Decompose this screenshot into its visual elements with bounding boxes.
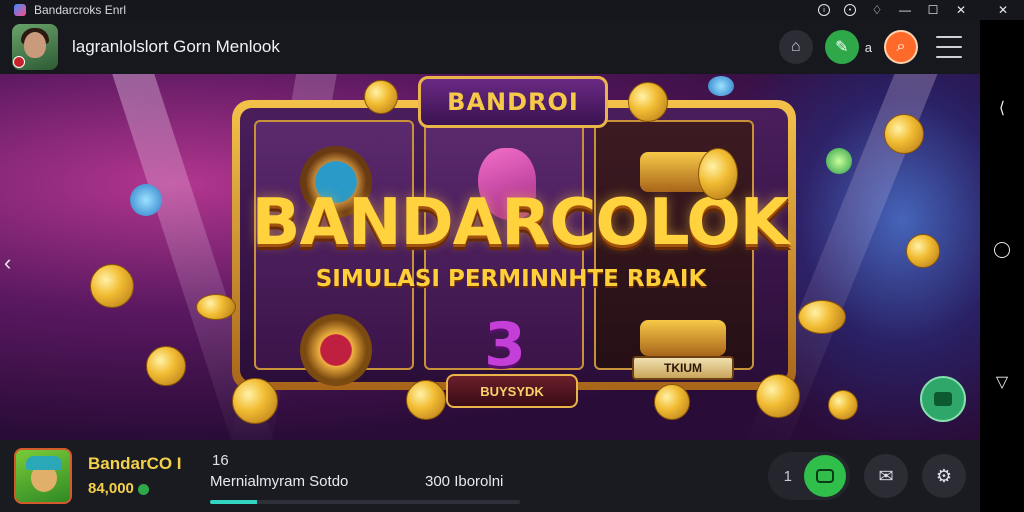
share-icon[interactable]: ⟨ xyxy=(992,98,1012,118)
page-title: lagranlolslort Gorn Menlook xyxy=(72,37,280,56)
avatar-badge xyxy=(13,56,25,68)
comment-pill[interactable]: 1 xyxy=(767,452,850,500)
bottom-actions: 1 ✉ ⚙ xyxy=(767,452,966,500)
notification-icon[interactable]: ♢ xyxy=(870,3,884,17)
menu-icon[interactable] xyxy=(936,36,962,58)
coin xyxy=(906,234,940,268)
coin xyxy=(406,380,446,420)
share-icon[interactable]: ✉ xyxy=(864,454,908,498)
maximize-icon[interactable]: ☐ xyxy=(926,3,940,17)
comment-count: 1 xyxy=(783,467,792,485)
game-name: BandarCO I xyxy=(88,454,182,473)
header-actions: ⌂ ✎ a ⌕ xyxy=(778,27,962,67)
gem xyxy=(826,148,852,174)
banner-headline: BANDARCOLOK xyxy=(251,186,790,260)
coin xyxy=(232,378,278,424)
app-icon xyxy=(14,4,26,16)
reel-symbol-gold-stack xyxy=(640,320,726,356)
coin xyxy=(196,294,236,320)
game-price: 84,000 xyxy=(88,480,149,497)
gem xyxy=(130,184,162,216)
settings-icon[interactable]: • xyxy=(844,4,856,16)
reel-symbol-number: 3 xyxy=(484,310,526,380)
pin-icon[interactable]: ✕ xyxy=(996,3,1010,17)
buy-button[interactable]: BUYSYDK xyxy=(446,374,578,408)
close-icon[interactable]: ✕ xyxy=(954,3,968,17)
chevron-left-icon[interactable]: ‹ xyxy=(4,250,11,276)
gear-icon[interactable]: ⚙ xyxy=(922,454,966,498)
minimize-icon[interactable]: — xyxy=(898,3,912,17)
verified-icon xyxy=(137,483,149,495)
chat-icon[interactable] xyxy=(920,376,966,422)
pin-icon-button[interactable]: ✎ xyxy=(824,30,859,64)
count-label: 16 xyxy=(212,452,229,469)
search-icon[interactable]: ⌕ xyxy=(884,30,918,64)
top-plaque-text: BANDROI xyxy=(447,88,579,116)
back-icon[interactable]: ▽ xyxy=(992,372,1012,392)
avatar[interactable] xyxy=(12,24,58,70)
circle-home-icon[interactable] xyxy=(992,240,1012,260)
window-title: Bandarcroks Enrl xyxy=(34,3,127,17)
gem xyxy=(708,76,734,96)
coin xyxy=(364,80,398,114)
coin xyxy=(146,346,186,386)
android-navbar: ⟨ ▽ xyxy=(980,20,1024,512)
info-icon[interactable]: i xyxy=(818,4,830,16)
coin xyxy=(884,114,924,154)
coin xyxy=(698,148,738,200)
stats-text: 300 Iborolni xyxy=(425,473,504,490)
comment-icon[interactable] xyxy=(804,455,846,497)
bottom-info-bar: BandarCO I 84,000 16 Mernialmyram Sotdo … xyxy=(0,440,980,512)
coin xyxy=(798,300,846,334)
app-header: lagranlolslort Gorn Menlook ⌂ ✎ a ⌕ xyxy=(0,20,980,74)
top-plaque: BANDROI xyxy=(418,76,608,128)
tag-label: TKIUM xyxy=(632,356,734,380)
window-titlebar: Bandarcroks Enrl i • ♢ — ☐ ✕ ✕ xyxy=(0,0,1024,20)
header-action-label: a xyxy=(864,39,872,55)
banner-subtitle: SIMULASI PERMINNHTE RBAIK xyxy=(315,266,707,292)
reel-symbol-ring xyxy=(300,314,372,386)
coin xyxy=(828,390,858,420)
coin xyxy=(654,384,690,420)
game-banner[interactable]: ‹ 3 BANDROI BANDARCOLOK SIMULASI PERMINN… xyxy=(0,74,980,440)
game-thumbnail[interactable] xyxy=(14,448,72,504)
window-controls: i • ♢ — ☐ ✕ ✕ xyxy=(818,0,1010,20)
coin xyxy=(756,374,800,418)
coin xyxy=(90,264,134,308)
description-text: Mernialmyram Sotdo xyxy=(210,473,349,490)
coin xyxy=(628,82,668,122)
progress-bar xyxy=(210,500,520,504)
home-icon[interactable]: ⌂ xyxy=(778,30,813,64)
